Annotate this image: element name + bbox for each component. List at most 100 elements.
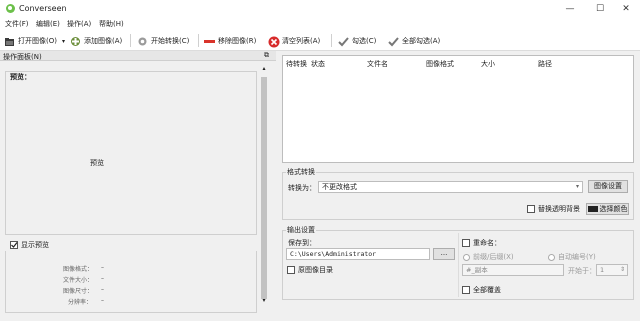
overwrite-all-checkbox[interactable]: 全部覆盖 bbox=[462, 285, 501, 295]
window-title: Converseen bbox=[19, 4, 67, 13]
add-image-icon bbox=[70, 36, 81, 47]
replace-transparent-checkbox[interactable]: 替换透明背景 bbox=[527, 204, 580, 214]
clear-list-button[interactable]: 清空列表(A) bbox=[268, 34, 320, 48]
overwrite-all-check-box bbox=[462, 286, 470, 294]
menu-file[interactable]: 文件(F) bbox=[5, 19, 29, 29]
checkmark-all-icon bbox=[388, 36, 399, 47]
prefix-suffix-radio[interactable]: 前缀/后缀(X) bbox=[463, 252, 514, 262]
add-images-label: 添加图像(A) bbox=[84, 37, 123, 45]
left-panel-scrollbar[interactable]: ▴ ▾ bbox=[259, 63, 269, 307]
title-bar: Converseen — ☐ ✕ bbox=[0, 0, 640, 18]
maximize-button[interactable]: ☐ bbox=[586, 0, 614, 18]
convert-gear-icon bbox=[137, 36, 148, 47]
rename-label: 重命名： bbox=[473, 239, 501, 247]
image-info-box bbox=[5, 251, 257, 313]
clear-x-circle-icon bbox=[268, 36, 280, 47]
start-convert-label: 开始转换(C) bbox=[151, 37, 190, 45]
output-settings-title: 输出设置 bbox=[286, 225, 316, 235]
close-window-button[interactable]: ✕ bbox=[612, 0, 640, 18]
format-convert-title: 格式转换 bbox=[286, 167, 316, 177]
column-header-pending[interactable]: 待转换 bbox=[286, 59, 307, 69]
file-size-label: 文件大小： bbox=[63, 277, 94, 284]
file-list-table[interactable]: 待转换 状态 文件名 图像格式 大小 路径 bbox=[282, 55, 634, 163]
spin-arrows-icon[interactable]: ⇕ bbox=[620, 265, 625, 275]
original-dir-check-box bbox=[287, 266, 295, 274]
resolution-label: 分辨率： bbox=[68, 299, 93, 306]
open-folder-icon bbox=[4, 36, 15, 47]
original-dir-label: 原图像目录 bbox=[298, 266, 333, 274]
resolution-value: – bbox=[101, 297, 104, 304]
convert-to-value: 不更改格式 bbox=[322, 183, 357, 191]
app-logo-icon bbox=[6, 4, 15, 13]
toolbar-separator bbox=[198, 34, 199, 47]
scroll-up-icon[interactable]: ▴ bbox=[260, 65, 268, 73]
menu-help[interactable]: 帮助(H) bbox=[99, 19, 124, 29]
toolbar-separator bbox=[331, 34, 332, 47]
start-from-label: 开始于： bbox=[568, 267, 596, 275]
show-preview-label: 显示预览 bbox=[21, 241, 49, 249]
format-label: 图像格式： bbox=[63, 266, 94, 273]
start-from-spinbox[interactable]: 1 ⇕ bbox=[596, 264, 628, 276]
image-settings-button[interactable]: 图像设置 bbox=[588, 180, 628, 193]
open-images-button[interactable]: 打开图像(O) ▾ bbox=[4, 34, 65, 48]
show-preview-checkbox[interactable]: 显示预览 bbox=[10, 240, 49, 250]
convert-to-select[interactable]: 不更改格式 ▾ bbox=[318, 181, 583, 193]
overwrite-all-label: 全部覆盖 bbox=[473, 286, 501, 294]
minimize-button[interactable]: — bbox=[556, 0, 584, 18]
menu-action[interactable]: 操作(A) bbox=[67, 19, 91, 29]
auto-number-label: 自动编号(Y) bbox=[558, 253, 596, 261]
output-divider bbox=[458, 233, 459, 297]
add-images-button[interactable]: 添加图像(A) bbox=[70, 34, 122, 48]
check-button[interactable]: 勾选(C) bbox=[338, 34, 376, 48]
menu-edit[interactable]: 编辑(E) bbox=[36, 19, 60, 29]
format-convert-group bbox=[282, 172, 634, 220]
remove-minus-icon bbox=[204, 36, 215, 47]
suffix-input[interactable]: #_副本 bbox=[462, 264, 564, 276]
dimensions-label: 图像尺寸： bbox=[63, 288, 94, 295]
browse-button[interactable]: ... bbox=[433, 248, 455, 260]
column-header-status[interactable]: 状态 bbox=[311, 59, 325, 69]
choose-color-label: 选择颜色 bbox=[599, 204, 628, 213]
operations-panel-header: 操作面板(N) ⧉ bbox=[0, 51, 276, 61]
preview-placeholder: 预览 bbox=[90, 159, 104, 167]
operations-panel: 预览： 预览 显示预览 图像格式： – 文件大小： – 图像尺寸： – 分辨率：… bbox=[0, 61, 276, 321]
column-header-format[interactable]: 图像格式 bbox=[426, 59, 454, 69]
start-convert-button[interactable]: 开始转换(C) bbox=[137, 34, 189, 48]
remove-images-button[interactable]: 移除图像(R) bbox=[204, 34, 256, 48]
menu-bar: 文件(F) 编辑(E) 操作(A) 帮助(H) bbox=[0, 18, 640, 30]
auto-number-radio[interactable]: 自动编号(Y) bbox=[548, 252, 596, 262]
preview-title: 预览： bbox=[10, 73, 31, 81]
clear-list-label: 清空列表(A) bbox=[282, 37, 321, 45]
column-header-path[interactable]: 路径 bbox=[538, 59, 552, 69]
color-swatch-icon bbox=[587, 206, 598, 212]
format-value: – bbox=[101, 264, 104, 271]
toolbar: 打开图像(O) ▾ 添加图像(A) 开始转换(C) 移除图像(R) 清空列表(A… bbox=[0, 30, 640, 51]
rename-checkbox[interactable]: 重命名： bbox=[462, 238, 501, 248]
start-from-value: 1 bbox=[600, 266, 605, 274]
auto-number-radio-icon bbox=[548, 253, 555, 261]
save-to-label: 保存到： bbox=[288, 239, 316, 247]
open-images-dropdown-arrow-icon[interactable]: ▾ bbox=[62, 38, 65, 45]
replace-transparent-label: 替换透明背景 bbox=[538, 205, 580, 213]
check-label: 勾选(C) bbox=[352, 37, 377, 45]
prefix-suffix-radio-icon bbox=[463, 253, 470, 261]
float-panel-icon[interactable]: ⧉ bbox=[264, 51, 269, 60]
prefix-suffix-label: 前缀/后缀(X) bbox=[473, 253, 514, 261]
show-preview-check-icon bbox=[10, 241, 18, 249]
scroll-down-icon[interactable]: ▾ bbox=[260, 297, 268, 305]
rename-check-box bbox=[462, 239, 470, 247]
save-path-input[interactable]: C:\Users\Administrator bbox=[286, 248, 430, 260]
original-dir-checkbox[interactable]: 原图像目录 bbox=[287, 265, 333, 275]
choose-color-button[interactable]: 选择颜色 bbox=[586, 203, 629, 215]
replace-transparent-check-box bbox=[527, 205, 535, 213]
convert-to-label: 转换为： bbox=[288, 184, 316, 192]
check-all-label: 全部勾选(A) bbox=[402, 37, 441, 45]
dimensions-value: – bbox=[101, 286, 104, 293]
open-images-label: 打开图像(O) bbox=[18, 37, 57, 45]
file-size-value: – bbox=[101, 275, 104, 282]
scrollbar-thumb[interactable] bbox=[261, 77, 267, 299]
column-header-filename[interactable]: 文件名 bbox=[367, 59, 388, 69]
checkmark-icon bbox=[338, 36, 349, 47]
column-header-size[interactable]: 大小 bbox=[481, 59, 495, 69]
check-all-button[interactable]: 全部勾选(A) bbox=[388, 34, 440, 48]
